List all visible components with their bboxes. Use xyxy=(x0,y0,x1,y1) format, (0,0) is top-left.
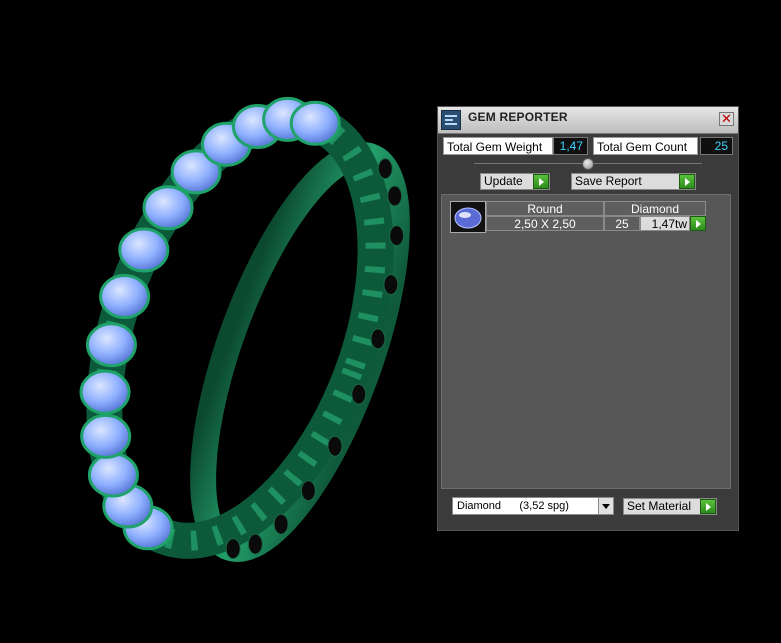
go-arrow-icon[interactable] xyxy=(533,174,549,189)
diamond-gem xyxy=(99,273,151,319)
setting-hole xyxy=(351,383,367,405)
weight-cell: 1,47tw xyxy=(640,216,690,231)
app-icon xyxy=(441,110,461,130)
total-gem-weight-label: Total Gem Weight xyxy=(443,137,553,155)
window-title: GEM REPORTER xyxy=(468,110,568,124)
setting-hole xyxy=(389,225,405,247)
shape-header: Round xyxy=(486,201,604,216)
setting-hole xyxy=(370,328,386,350)
setting-hole xyxy=(300,480,316,502)
close-button[interactable]: ✕ xyxy=(719,111,734,126)
diamond-gem xyxy=(80,413,132,459)
material-header: Diamond xyxy=(604,201,706,216)
setting-hole xyxy=(383,274,399,296)
diamond-gem xyxy=(87,452,139,498)
setting-hole xyxy=(387,185,403,207)
material-dropdown[interactable]: Diamond (3,52 spg) xyxy=(452,497,614,515)
gem-thumbnail[interactable] xyxy=(450,201,486,233)
set-material-button[interactable]: Set Material xyxy=(623,498,717,515)
size-cell: 2,50 X 2,50 xyxy=(486,216,604,231)
material-dropdown-value: Diamond (3,52 spg) xyxy=(457,500,569,512)
splitter-knob-icon[interactable] xyxy=(582,158,594,170)
diamond-gem xyxy=(85,322,137,368)
set-material-button-label: Set Material xyxy=(627,499,692,513)
update-button-label: Update xyxy=(484,174,523,188)
title-bar[interactable]: GEM REPORTER ✕ xyxy=(438,107,738,134)
total-gem-count-value: 25 xyxy=(700,137,733,155)
setting-hole xyxy=(247,533,263,555)
setting-hole xyxy=(377,158,393,180)
diamond-gem xyxy=(289,100,341,146)
setting-hole xyxy=(225,538,241,560)
save-report-button-label: Save Report xyxy=(575,174,642,188)
update-button[interactable]: Update xyxy=(480,173,550,190)
diamond-gem xyxy=(118,227,170,273)
total-gem-weight-value: 1,47 xyxy=(553,137,588,155)
setting-hole xyxy=(273,513,289,535)
setting-hole xyxy=(327,435,343,457)
total-gem-count-label: Total Gem Count xyxy=(593,137,698,155)
close-icon: ✕ xyxy=(721,111,732,126)
go-arrow-icon[interactable] xyxy=(679,174,695,189)
gem-reporter-panel: GEM REPORTER ✕ Total Gem Weight 1,47 Tot… xyxy=(437,106,739,531)
count-cell: 25 xyxy=(604,216,640,231)
chevron-down-icon[interactable] xyxy=(598,498,613,514)
go-arrow-icon[interactable] xyxy=(690,216,706,231)
diamond-gem xyxy=(79,369,131,415)
gem-list[interactable]: Round Diamond 2,50 X 2,50 25 1,47tw xyxy=(441,194,731,489)
diamond-gem xyxy=(142,185,194,231)
go-arrow-icon[interactable] xyxy=(700,499,716,514)
save-report-button[interactable]: Save Report xyxy=(571,173,696,190)
